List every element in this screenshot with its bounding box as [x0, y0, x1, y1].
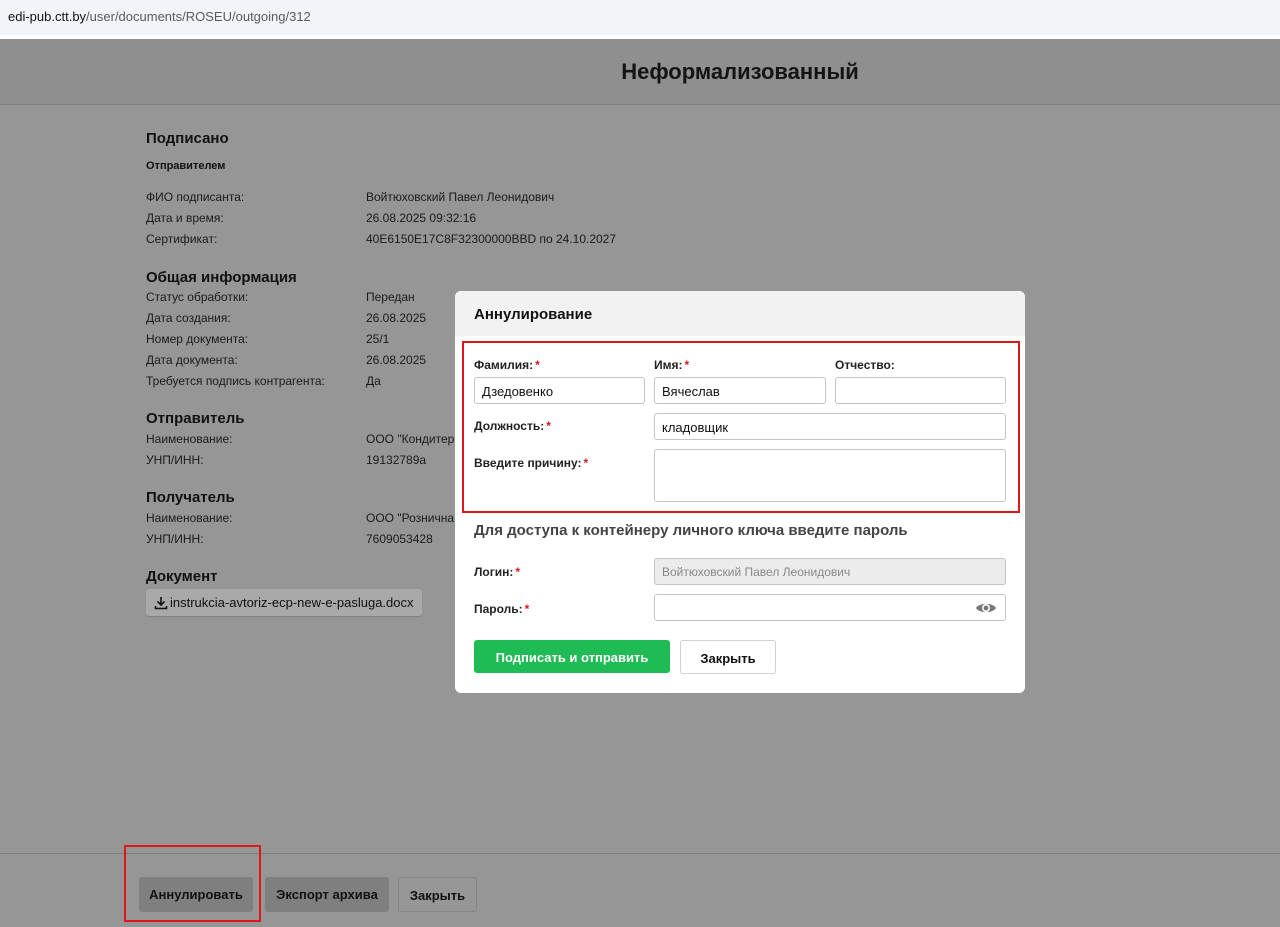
- counterparty-sign-label: Требуется подпись контрагента:: [146, 374, 325, 388]
- certificate-value: 40E6150E17C8F32300000BBD по 24.10.2027: [366, 232, 617, 246]
- dialog-close-button[interactable]: Закрыть: [680, 640, 776, 674]
- signer-name-value: Войтюховский Павел Леонидович: [366, 190, 555, 204]
- footer-close-button[interactable]: Закрыть: [398, 877, 477, 912]
- signed-datetime-label: Дата и время:: [146, 211, 224, 225]
- counterparty-sign-value: Да: [366, 374, 381, 388]
- password-label: Пароль: *: [474, 602, 530, 616]
- certificate-label: Сертификат:: [146, 232, 218, 246]
- highlight-form-fields: [462, 341, 1020, 513]
- eye-icon[interactable]: [975, 600, 997, 619]
- document-title: Документ: [146, 568, 218, 585]
- doc-date-label: Дата документа:: [146, 353, 238, 367]
- export-archive-button[interactable]: Экспорт архива: [265, 877, 389, 912]
- status-value: Передан: [366, 290, 415, 304]
- document-filename: instrukcia-avtoriz-ecp-new-e-pasluga.doc…: [170, 595, 414, 610]
- sender-title: Отправитель: [146, 410, 245, 427]
- created-date-value: 26.08.2025: [366, 311, 427, 325]
- doc-number-label: Номер документа:: [146, 332, 249, 346]
- page-title: Неформализованный: [621, 59, 859, 84]
- signed-by-subtitle: Отправителем: [146, 160, 226, 172]
- general-info-title: Общая информация: [146, 269, 297, 286]
- status-label: Статус обработки:: [146, 290, 249, 304]
- download-document-button[interactable]: instrukcia-avtoriz-ecp-new-e-pasluga.doc…: [146, 589, 422, 616]
- login-input: Войтюховский Павел Леонидович: [654, 558, 1006, 585]
- login-label: Логин: *: [474, 565, 521, 579]
- highlight-annul-button: [124, 845, 261, 922]
- url-path: /user/documents/ROSEU/outgoing/312: [86, 9, 311, 24]
- doc-number-value: 25/1: [366, 332, 390, 346]
- doc-date-value: 26.08.2025: [366, 353, 427, 367]
- receiver-name-value: ООО "Рознична: [366, 511, 454, 525]
- signer-name-label: ФИО подписанта:: [146, 190, 245, 204]
- dialog-title: Аннулирование: [474, 306, 593, 323]
- download-icon: [154, 597, 168, 610]
- dialog-header: Аннулирование: [455, 291, 1025, 336]
- sender-unp-value: 19132789а: [366, 453, 427, 467]
- sign-and-send-button[interactable]: Подписать и отправить: [474, 640, 670, 673]
- address-bar[interactable]: edi-pub.ctt.by/user/documents/ROSEU/outg…: [0, 0, 1280, 35]
- sender-name-value: ООО "Кондитер: [366, 432, 455, 446]
- password-section-title: Для доступа к контейнеру личного ключа в…: [474, 522, 908, 539]
- signed-section-title: Подписано: [146, 130, 229, 147]
- required-mark: *: [515, 565, 521, 579]
- page-header: Неформализованный: [0, 39, 1280, 105]
- receiver-unp-label: УНП/ИНН:: [146, 532, 204, 546]
- receiver-title: Получатель: [146, 489, 235, 506]
- receiver-unp-value: 7609053428: [366, 532, 433, 546]
- url-host: edi-pub.ctt.by: [8, 9, 87, 24]
- password-input[interactable]: [654, 594, 1006, 621]
- required-mark: *: [524, 602, 530, 616]
- signed-datetime-value: 26.08.2025 09:32:16: [366, 211, 477, 225]
- sender-name-label: Наименование:: [146, 432, 233, 446]
- created-date-label: Дата создания:: [146, 311, 231, 325]
- receiver-name-label: Наименование:: [146, 511, 233, 525]
- sender-unp-label: УНП/ИНН:: [146, 453, 204, 467]
